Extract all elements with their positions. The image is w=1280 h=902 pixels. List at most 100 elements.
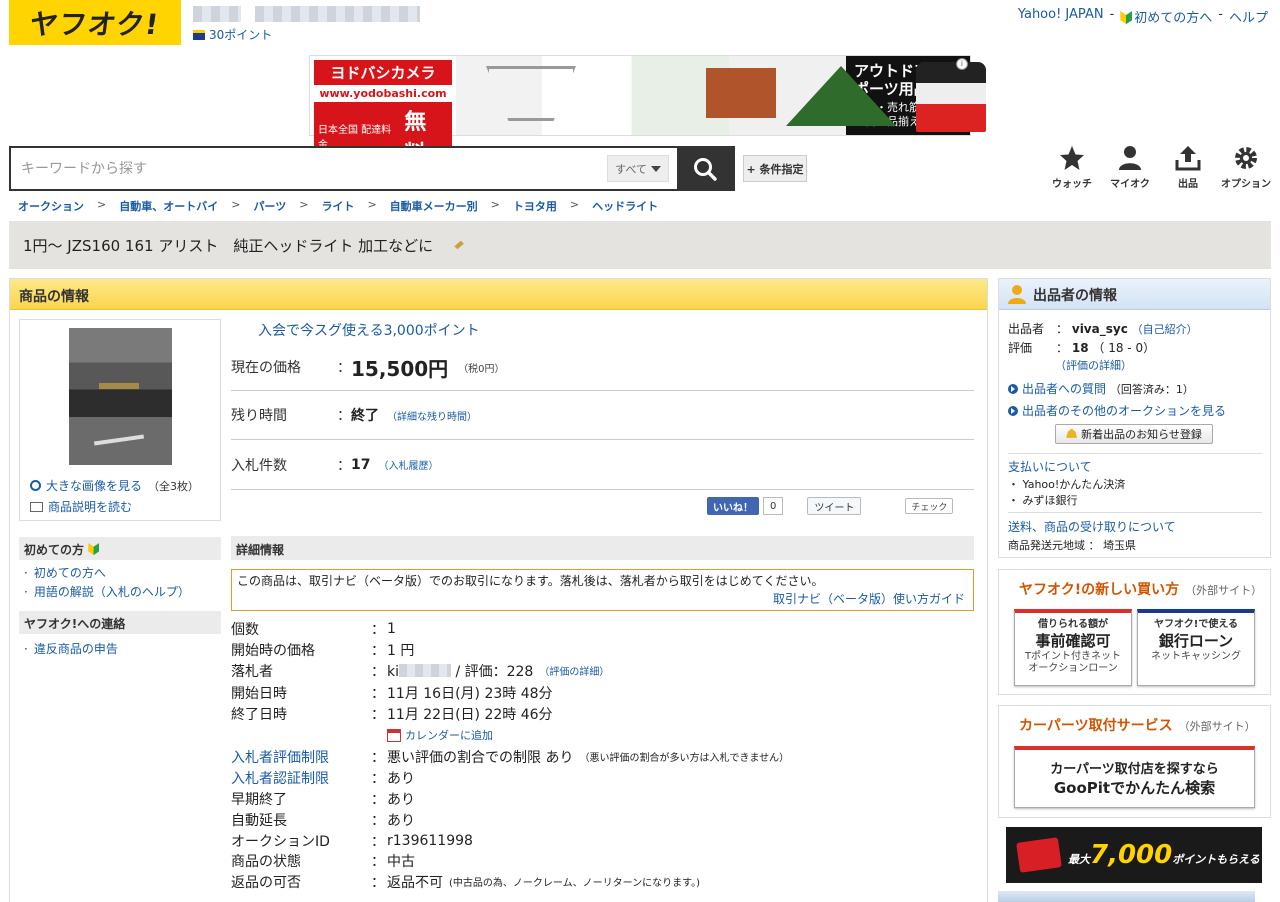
breadcrumb-item[interactable]: ライト [321,198,354,214]
colon: ： [371,791,385,808]
bank-loan-card[interactable]: ヤフオク!で使える 銀行ローン ネットキャッシング [1137,609,1255,686]
item-title-bar: 1円～ JZS160 161 アリスト 純正ヘッドライト 加工などに [9,221,1271,269]
side-link-item[interactable]: · 初めての方へ [24,564,106,581]
tpoint-prefix: 最大 [1068,853,1090,866]
grill-image [486,66,576,121]
gavel-icon [454,240,464,250]
book-icon [30,502,43,512]
breadcrumb-item[interactable]: オークション [18,198,84,214]
bid-history-link[interactable]: （入札履歴） [378,457,438,472]
price-label: 現在の価格 [231,360,301,376]
winner-rating-detail-link[interactable]: （評価の詳細） [539,663,609,678]
yahoo-japan-link[interactable]: Yahoo! JAPAN [1018,7,1104,26]
new-way-box: ヤフオク!の新しい買い方 （外部サイト） 借りられる額が 事前確認可 Tポイント付… [998,569,1271,695]
yafuoku-logo[interactable]: ヤフオク! [9,0,181,45]
payment-method: ・ Yahoo!かんたん決済 [1008,478,1126,491]
card-line: 借りられる額が [1038,619,1108,630]
detail-note: (中古品の為、ノークレーム、ノーリターンになります。) [449,878,701,889]
contact-heading: ヤフオク!への連絡 [19,611,221,634]
ad-banner[interactable]: ヨドバシカメラ www.yodobashi.com 日本全国 配達料金無料 アウ… [309,55,986,170]
breadcrumb-item[interactable]: 自動車、オートバイ [119,198,218,214]
other-auctions-link[interactable]: 出品者のその他のオークションを見る [1022,404,1226,418]
side-link-item[interactable]: · 用語の解説（入札のヘルプ） [24,583,190,600]
options-button[interactable]: オプション [1217,144,1275,190]
watch-button[interactable]: ウォッチ [1043,144,1101,190]
my-auction-button[interactable]: マイオク [1101,144,1159,190]
points-promo-link[interactable]: 入会で今スグ使える3,000ポイント [258,320,480,340]
tpoint-ad-banner[interactable]: 最大7,000ポイントもらえる [1006,827,1262,883]
breadcrumb-separator: > [367,198,377,211]
detail-row: 商品の状態 ：中古 [231,850,974,871]
check-button[interactable]: チェック [905,498,954,514]
time-detail-link[interactable]: （詳細な残り時間） [387,408,477,423]
bottom-ad-partial[interactable] [998,891,1255,902]
report-item-link[interactable]: 違反商品の申告 [34,642,118,656]
rating-breakdown: （ 18 - 0） [1092,341,1156,355]
detail-key: オークションID [231,833,330,850]
breadcrumb-item[interactable]: パーツ [253,198,286,214]
winner-name-prefix: ki [387,663,399,680]
add-to-calendar-link[interactable]: カレンダーに追加 [387,727,493,743]
breadcrumb-item[interactable]: 自動車メーカー別 [390,198,478,214]
rating-detail-link[interactable]: （評価の詳細） [1055,359,1132,372]
detail-row: 開始日時 ： 11月 16日(月) 23時 48分 [231,682,974,703]
person-icon [1119,146,1141,170]
detail-key: 終了日時 [231,706,287,723]
bids-row: 入札件数 ： 17 （入札履歴） [231,440,974,490]
magnifier-icon [30,480,41,491]
options-label: オプション [1221,179,1271,190]
new-listing-notify-button[interactable]: 新着出品のお知らせ登録 [1055,424,1213,444]
detail-value: あり [387,791,415,808]
beginner-heading: 初めての方 [19,537,221,560]
detail-key: 商品の状態 [231,853,301,870]
banner-logo: ヨドバシカメラ www.yodobashi.com 日本全国 配達料金無料 [310,56,456,170]
detail-value: 1 円 [387,642,415,659]
points-text[interactable]: 30ポイント [209,26,272,43]
time-left-label: 残り時間 [231,408,287,424]
help-link[interactable]: ヘルプ [1229,7,1268,26]
category-select[interactable]: すべて [607,155,669,182]
points-link[interactable]: 30ポイント [193,26,272,43]
ship-from-label: 商品発送元地域 [1008,539,1085,552]
beginner-mark-icon [88,543,100,555]
pre-approval-loan-card[interactable]: 借りられる額が 事前確認可 Tポイント付きネット オークションローン [1014,609,1132,686]
bidder-auth-limit-link[interactable]: 入札者認証制限 [231,768,371,788]
side-link-item[interactable]: · 違反商品の申告 [24,640,118,657]
goopit-search-card[interactable]: カーパーツ取付店を探すなら GooPitでかんたん検索 [1014,746,1255,808]
conditions-button[interactable]: + 条件指定 [743,155,807,182]
sell-button[interactable]: 出品 [1159,144,1217,190]
breadcrumb-item[interactable]: ヘッドライト [592,198,658,214]
first-time-link[interactable]: 初めての方へ [1134,11,1212,26]
bidder-rating-limit-link[interactable]: 入札者評価制限 [231,747,371,767]
shipping-row: 送料、商品の受け取りについて [1008,518,1176,535]
description-link[interactable]: 商品説明を読む [48,500,132,514]
first-time-guide-link[interactable]: 初めての方へ [34,566,106,580]
banner-products-image [456,56,986,135]
colon: ： [371,749,385,766]
tweet-button[interactable]: ツイート [807,497,862,515]
trade-navi-guide-link[interactable]: 取引ナビ（ベータ版）使い方ガイド [773,590,965,607]
item-thumbnail[interactable] [69,328,172,465]
shipping-info-link[interactable]: 送料、商品の受け取りについて [1008,520,1176,534]
card-line: Tポイント付きネット [1024,651,1122,662]
other-auctions-row: 出品者のその他のオークションを見る [1008,402,1226,419]
gear-icon [1235,147,1257,169]
search-input[interactable] [11,148,607,189]
watch-label: ウォッチ [1052,179,1092,190]
like-label: いいね！ [713,502,753,514]
colon: ： [1056,341,1069,355]
ask-seller-link[interactable]: 出品者への質問 [1022,382,1106,396]
payment-info-link[interactable]: 支払いについて [1008,460,1092,474]
facebook-like-button[interactable]: いいね！ [707,497,759,515]
seller-name[interactable]: viva_syc [1072,322,1128,336]
item-info-heading: 商品の情報 [10,279,987,310]
detail-key: 開始時の価格 [231,642,315,659]
ad-info-icon[interactable]: i [956,58,968,70]
glossary-link[interactable]: 用語の解説（入札のヘルプ） [34,585,190,599]
large-image-link[interactable]: 大きな画像を見る [46,479,142,493]
rating-value[interactable]: 18 [1072,341,1089,355]
breadcrumb-item[interactable]: トヨタ用 [513,198,557,214]
self-intro-link[interactable]: （自己紹介） [1132,323,1198,336]
card-title: 事前確認可 [1035,632,1111,650]
search-button[interactable] [677,148,733,189]
